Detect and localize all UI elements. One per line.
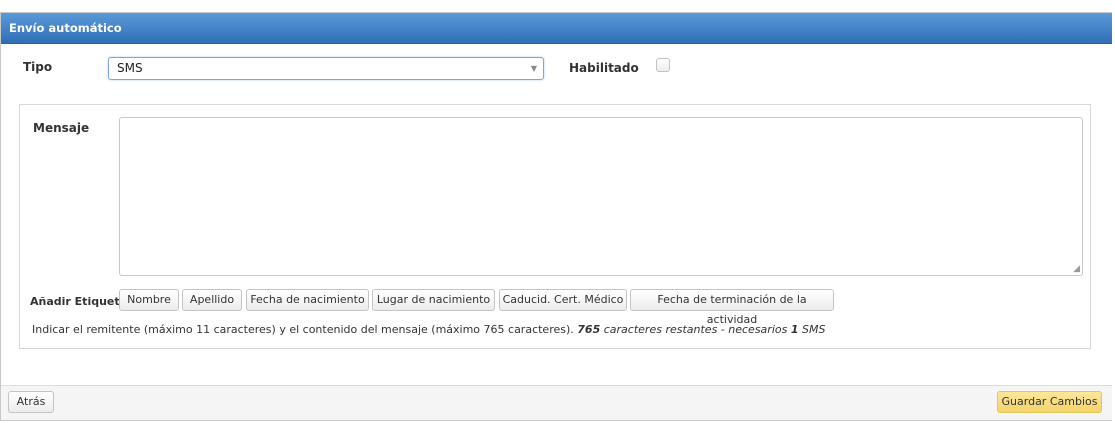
tag-button-apellido[interactable]: Apellido [182, 289, 242, 311]
tag-button-lugar-nacimiento[interactable]: Lugar de nacimiento [372, 289, 495, 311]
sms-label: SMS [802, 323, 826, 336]
footer-bar: Atrás Guardar Cambios [1, 385, 1112, 420]
envio-automatico-panel: Envío automático Tipo SMS ▼ Habilitado M… [0, 12, 1112, 421]
mensaje-textarea[interactable]: ◢ [119, 117, 1083, 276]
remaining-text: caracteres restantes - necesarios [603, 323, 788, 336]
tag-button-fecha-nacimiento[interactable]: Fecha de nacimiento [246, 289, 369, 311]
tipo-label: Tipo [23, 60, 53, 74]
tag-button-nombre[interactable]: Nombre [119, 289, 179, 311]
message-info: Indicar el remitente (máximo 11 caracter… [32, 323, 825, 336]
back-button[interactable]: Atrás [8, 391, 54, 413]
tipo-select[interactable]: SMS ▼ [108, 57, 544, 80]
tag-button-caducid-cert-medico[interactable]: Caducid. Cert. Médico [499, 289, 627, 311]
remaining-count: 765 [577, 323, 601, 336]
tipo-select-value: SMS [117, 61, 143, 75]
resize-handle-icon[interactable]: ◢ [1073, 265, 1080, 274]
panel-title: Envío automático [1, 13, 1112, 44]
save-button[interactable]: Guardar Cambios [997, 391, 1102, 413]
tag-button-fecha-terminacion[interactable]: Fecha de terminación de la actividad [630, 289, 834, 326]
message-section: Mensaje ◢ Añadir Etiquetas: Nombre Apell… [19, 104, 1091, 349]
habilitado-label: Habilitado [569, 61, 639, 75]
habilitado-checkbox[interactable] [656, 58, 670, 72]
sms-count: 1 [790, 323, 799, 336]
info-text: Indicar el remitente (máximo 11 caracter… [32, 323, 574, 336]
mensaje-label: Mensaje [33, 121, 90, 135]
chevron-down-icon: ▼ [530, 64, 537, 73]
